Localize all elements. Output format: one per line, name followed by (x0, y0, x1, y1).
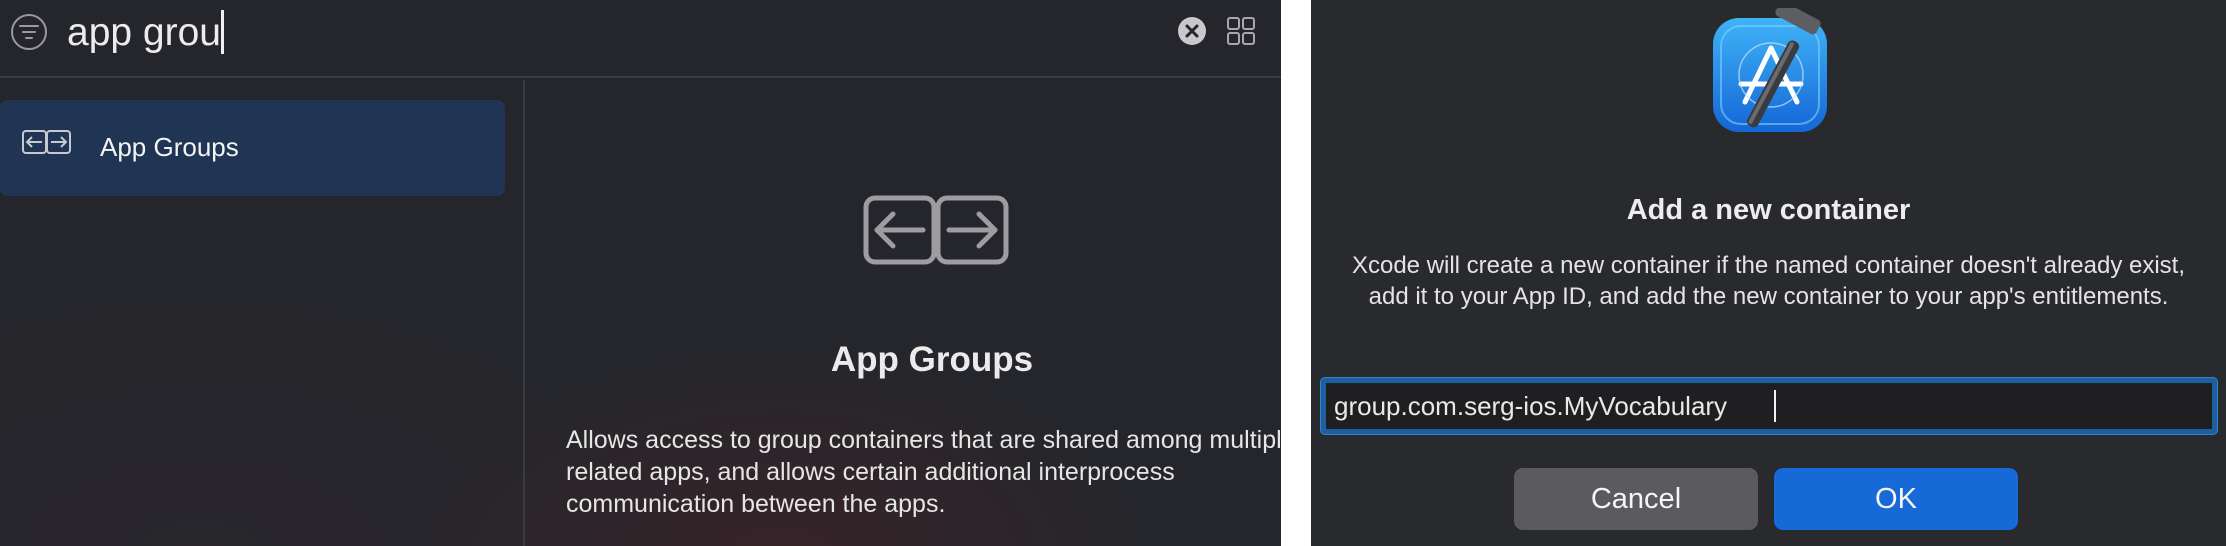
xcode-icon (1713, 8, 1827, 132)
app-groups-icon (863, 195, 1009, 265)
clear-icon[interactable] (1177, 16, 1207, 46)
detail-title: App Groups (830, 340, 1034, 379)
filter-icon[interactable] (10, 13, 48, 51)
capability-list: App Groups (0, 80, 525, 546)
dialog-message: Xcode will create a new container if the… (1351, 252, 2186, 310)
app-groups-icon (22, 130, 71, 154)
list-item-app-groups[interactable]: App Groups (0, 100, 505, 196)
container-name-value: group.com.serg-ios.MyVocabulary (1334, 391, 1728, 421)
search-input[interactable]: app grou (67, 8, 221, 58)
cancel-button[interactable]: Cancel (1514, 468, 1758, 530)
panel-separator (1281, 0, 1311, 546)
list-item-label: App Groups (100, 132, 239, 162)
grid-view-icon[interactable] (1226, 16, 1256, 46)
add-container-dialog: Add a new container Xcode will create a … (1311, 0, 2226, 546)
capabilities-panel: app grou App Groups App Groups Allows ac… (0, 0, 1281, 546)
dialog-title: Add a new container (1626, 194, 1911, 226)
container-name-field[interactable]: group.com.serg-ios.MyVocabulary (1321, 378, 2217, 434)
detail-description: Allows access to group containers that a… (566, 426, 1281, 518)
search-bar: app grou (0, 0, 1281, 78)
search-caret (221, 10, 224, 54)
capability-detail: App Groups Allows access to group contai… (527, 80, 1281, 546)
ok-button[interactable]: OK (1774, 468, 2018, 530)
text-caret (1774, 390, 1776, 422)
